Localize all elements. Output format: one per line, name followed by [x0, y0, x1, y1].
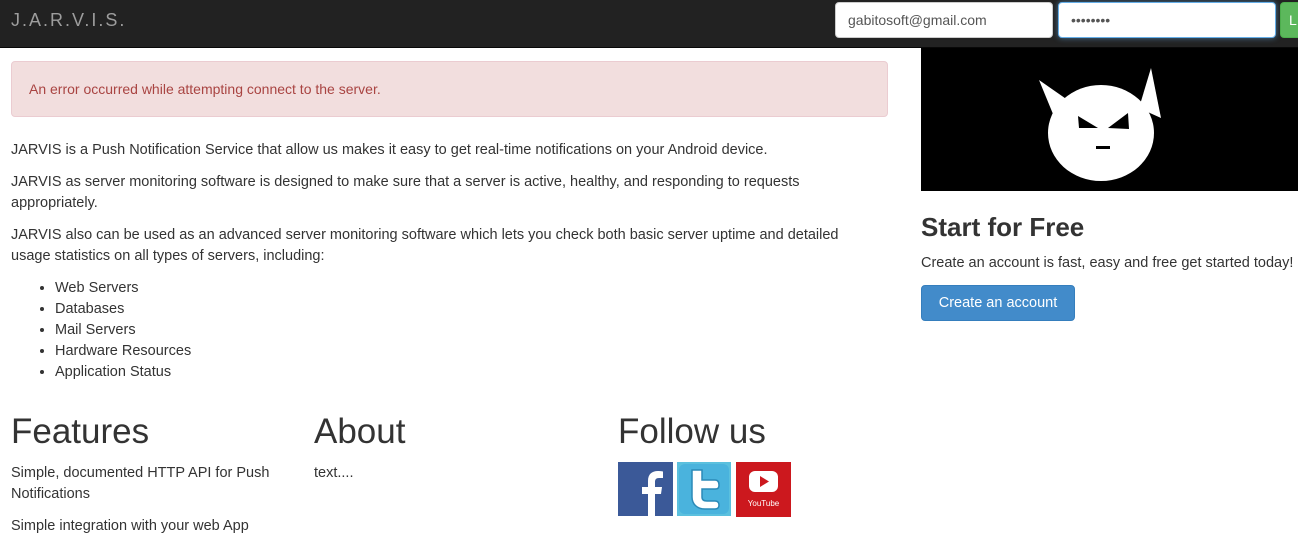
error-alert: An error occurred while attempting conne… — [11, 61, 888, 117]
jarvis-cat-logo-image — [921, 48, 1298, 191]
top-navbar: J.A.R.V.I.S. L — [0, 0, 1298, 48]
list-item: Databases — [55, 299, 191, 320]
intro-paragraph: JARVIS is a Push Notification Service th… — [11, 142, 768, 158]
features-item: Simple, documented HTTP API for Push Not… — [11, 465, 270, 502]
start-for-free-text: Create an account is fast, easy and free… — [921, 255, 1294, 271]
facebook-icon[interactable] — [618, 462, 673, 516]
server-types-list: Web Servers Databases Mail Servers Hardw… — [55, 278, 191, 383]
youtube-icon[interactable]: YouTube — [736, 462, 791, 517]
login-button[interactable]: L — [1280, 2, 1298, 38]
start-for-free-heading: Start for Free — [921, 212, 1085, 242]
features-heading: Features — [11, 412, 150, 451]
list-item: Application Status — [55, 362, 191, 383]
intro-paragraph: JARVIS as server monitoring software is … — [11, 174, 800, 211]
brand-logo[interactable]: J.A.R.V.I.S. — [11, 10, 126, 31]
youtube-label: YouTube — [748, 499, 780, 508]
list-item: Mail Servers — [55, 320, 191, 341]
create-account-button[interactable]: Create an account — [921, 285, 1075, 321]
error-alert-text: An error occurred while attempting conne… — [29, 81, 381, 97]
follow-us-heading: Follow us — [618, 412, 766, 451]
twitter-icon[interactable] — [677, 462, 732, 516]
about-text: text.... — [314, 465, 354, 481]
features-item: Simple integration with your web App — [11, 518, 249, 534]
email-field[interactable] — [835, 2, 1053, 38]
intro-paragraph: JARVIS also can be used as an advanced s… — [11, 227, 839, 264]
about-heading: About — [314, 412, 406, 451]
list-item: Hardware Resources — [55, 341, 191, 362]
password-field[interactable] — [1058, 2, 1276, 38]
list-item: Web Servers — [55, 278, 191, 299]
